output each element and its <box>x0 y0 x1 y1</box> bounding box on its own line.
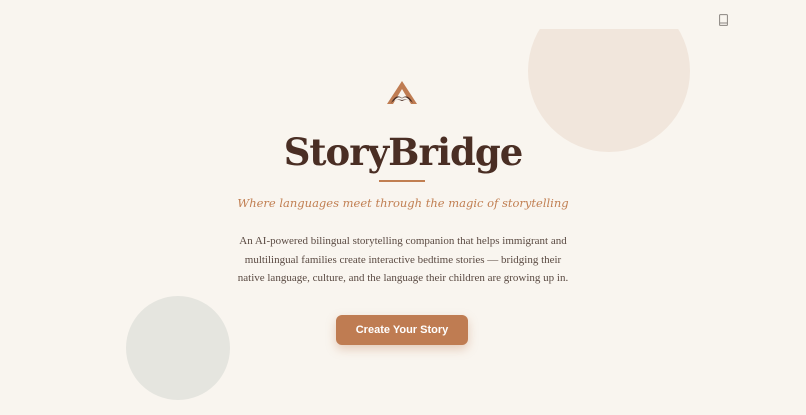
create-story-button[interactable]: Create Your Story <box>336 315 468 345</box>
tagline: Where languages meet through the magic o… <box>237 196 569 210</box>
book-button[interactable] <box>716 12 730 28</box>
top-strip <box>0 0 806 29</box>
description: An AI-powered bilingual storytelling com… <box>237 235 569 284</box>
open-book-icon <box>387 81 417 104</box>
page-title: StoryBridge <box>283 130 524 174</box>
book-icon <box>718 14 728 26</box>
decorative-circle-bottom-left <box>126 296 230 400</box>
logo <box>385 79 419 105</box>
title-divider <box>379 180 425 182</box>
